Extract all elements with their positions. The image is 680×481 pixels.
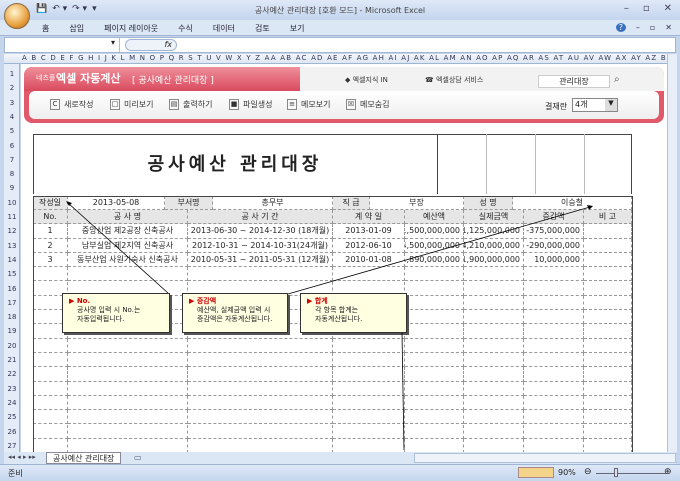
- zoom-slider-thumb[interactable]: [614, 468, 618, 477]
- status-ready: 준비: [8, 469, 23, 478]
- sheet-tab-bar: ◂◂ ◂ ▸ ▸▸ 공사예산 관리대장 ▭: [4, 452, 676, 464]
- sheet-nav-buttons[interactable]: ◂◂ ◂ ▸ ▸▸: [8, 453, 36, 461]
- note-arrows: [66, 201, 593, 451]
- view-buttons[interactable]: [518, 467, 554, 478]
- zoom-slider[interactable]: [596, 473, 666, 474]
- zoom-level[interactable]: 90%: [558, 468, 576, 477]
- office-button[interactable]: [4, 3, 30, 29]
- zoom-out-button[interactable]: ⊖: [584, 467, 592, 477]
- horizontal-scrollbar[interactable]: [414, 453, 676, 463]
- status-bar: 준비 90% ⊖ ⊕: [0, 464, 680, 481]
- zoom-in-button[interactable]: ⊕: [664, 467, 672, 477]
- sheet-tab-active[interactable]: 공사예산 관리대장: [46, 452, 122, 464]
- insert-sheet-icon[interactable]: ▭: [134, 453, 142, 462]
